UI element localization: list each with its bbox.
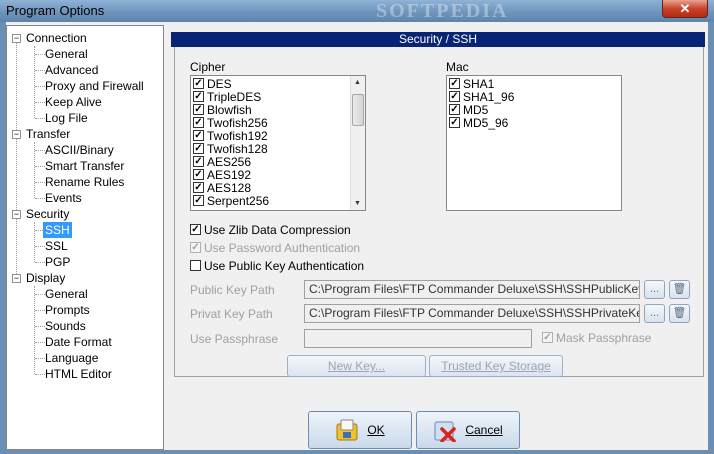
checkbox[interactable]: ✓: [193, 143, 204, 155]
checkbox[interactable]: ✓: [449, 91, 460, 103]
public-key-auth-checkbox[interactable]: [190, 260, 201, 272]
password-auth-checkbox: ✓: [190, 242, 201, 254]
checkbox[interactable]: ✓: [193, 182, 204, 194]
checkbox[interactable]: ✓: [449, 104, 460, 116]
new-key-button[interactable]: New Key...: [287, 355, 426, 377]
trash-icon: 🗑: [672, 283, 687, 295]
tree-item-display-general[interactable]: General: [45, 286, 88, 302]
checkbox[interactable]: ✓: [193, 130, 204, 142]
scroll-up-icon[interactable]: ▲: [354, 79, 361, 86]
checkbox[interactable]: ✓: [193, 169, 204, 181]
cipher-label: Cipher: [190, 60, 226, 74]
trusted-key-storage-button[interactable]: Trusted Key Storage: [429, 355, 563, 377]
tree-item-connection-general[interactable]: General: [45, 46, 88, 62]
checkbox[interactable]: ✓: [193, 156, 204, 168]
ok-icon: [335, 418, 359, 442]
tree-item-date-format[interactable]: Date Format: [45, 334, 112, 350]
delete-public-key-button[interactable]: 🗑: [669, 280, 690, 299]
mac-label: Mac: [446, 60, 469, 74]
tree-item-proxy-firewall[interactable]: Proxy and Firewall: [45, 78, 144, 94]
section-header: Security / SSH: [171, 32, 705, 47]
dialog-client: − Connection General Advanced Proxy and …: [6, 22, 708, 450]
checkbox[interactable]: ✓: [193, 195, 204, 207]
tree-item-security[interactable]: Security: [26, 206, 69, 222]
ok-button[interactable]: OK: [308, 411, 412, 449]
expander-security[interactable]: −: [12, 210, 21, 219]
scroll-thumb[interactable]: [352, 94, 364, 126]
expander-transfer[interactable]: −: [12, 130, 21, 139]
ok-label: OK: [367, 423, 385, 437]
tree-item-advanced[interactable]: Advanced: [45, 62, 98, 78]
checkbox[interactable]: ✓: [193, 117, 204, 129]
public-key-auth-option[interactable]: Use Public Key Authentication: [190, 259, 364, 273]
tree-item-smart-transfer[interactable]: Smart Transfer: [45, 158, 124, 174]
passphrase-field[interactable]: [304, 329, 532, 348]
tree-item-ssl[interactable]: SSL: [45, 238, 68, 254]
title-bar: Program Options SOFTPEDIA ✕: [0, 0, 714, 22]
trash-icon: 🗑: [672, 307, 687, 319]
mask-passphrase-option: ✓ Mask Passphrase: [542, 331, 652, 345]
tree-item-sounds[interactable]: Sounds: [45, 318, 86, 334]
cancel-icon: [433, 418, 457, 443]
tree-item-rename-rules[interactable]: Rename Rules: [45, 174, 124, 190]
options-tree: − Connection General Advanced Proxy and …: [6, 25, 164, 450]
cancel-label: Cancel: [465, 423, 503, 437]
close-button[interactable]: ✕: [662, 0, 708, 18]
public-key-path-label: Public Key Path: [190, 283, 275, 297]
checkbox[interactable]: ✓: [449, 117, 460, 129]
zlib-checkbox[interactable]: ✓: [190, 224, 201, 236]
list-item[interactable]: ✓ Serpent256: [193, 195, 269, 208]
window-title: Program Options: [6, 3, 105, 18]
tree-connector: [16, 38, 17, 278]
tree-item-language[interactable]: Language: [45, 350, 98, 366]
checkbox[interactable]: ✓: [193, 78, 204, 90]
tree-item-ascii-binary[interactable]: ASCII/Binary: [45, 142, 114, 158]
close-icon: ✕: [679, 1, 691, 16]
public-key-path-field[interactable]: C:\Program Files\FTP Commander Deluxe\SS…: [304, 280, 640, 299]
checkbox[interactable]: ✓: [193, 104, 204, 116]
scroll-down-icon[interactable]: ▼: [354, 200, 361, 207]
tree-connector: [34, 286, 35, 374]
mac-list[interactable]: ✓ SHA1 ✓ SHA1_96 ✓ MD5 ✓ MD5_96: [446, 75, 622, 211]
tree-connector: [34, 222, 35, 262]
tree-item-display[interactable]: Display: [26, 270, 65, 286]
private-key-path-field[interactable]: C:\Program Files\FTP Commander Deluxe\SS…: [304, 304, 640, 323]
private-key-path-label: Privat Key Path: [190, 307, 273, 321]
delete-private-key-button[interactable]: 🗑: [669, 304, 690, 323]
checkbox[interactable]: ✓: [449, 78, 460, 90]
expander-display[interactable]: −: [12, 274, 21, 283]
tree-item-html-editor[interactable]: HTML Editor: [45, 366, 112, 382]
mask-passphrase-checkbox: ✓: [542, 332, 553, 344]
tree-item-log-file[interactable]: Log File: [45, 110, 88, 126]
cipher-scrollbar[interactable]: ▲ ▼: [350, 76, 365, 210]
passphrase-label: Use Passphrase: [190, 332, 279, 346]
password-auth-option: ✓ Use Password Authentication: [190, 241, 361, 255]
tree-item-connection[interactable]: Connection: [26, 30, 87, 46]
tree-connector: [34, 46, 35, 118]
tree-item-ssh[interactable]: SSH: [43, 222, 72, 238]
tree-item-keep-alive[interactable]: Keep Alive: [45, 94, 102, 110]
tree-item-events[interactable]: Events: [45, 190, 82, 206]
zlib-compression-option[interactable]: ✓ Use Zlib Data Compression: [190, 223, 351, 237]
softpedia-watermark: SOFTPEDIA: [376, 0, 509, 22]
tree-item-transfer[interactable]: Transfer: [26, 126, 70, 142]
expander-connection[interactable]: −: [12, 34, 21, 43]
list-item[interactable]: ✓ MD5_96: [449, 117, 508, 130]
browse-public-key-button[interactable]: ...: [644, 280, 665, 299]
tree-item-prompts[interactable]: Prompts: [45, 302, 90, 318]
cancel-button[interactable]: Cancel: [416, 411, 520, 449]
browse-private-key-button[interactable]: ...: [644, 304, 665, 323]
checkbox[interactable]: ✓: [193, 91, 204, 103]
tree-item-pgp[interactable]: PGP: [45, 254, 70, 270]
cipher-list[interactable]: ✓ DES ✓ TripleDES ✓ Blowfish ✓ Twofish256 ✓ T…: [190, 75, 366, 211]
